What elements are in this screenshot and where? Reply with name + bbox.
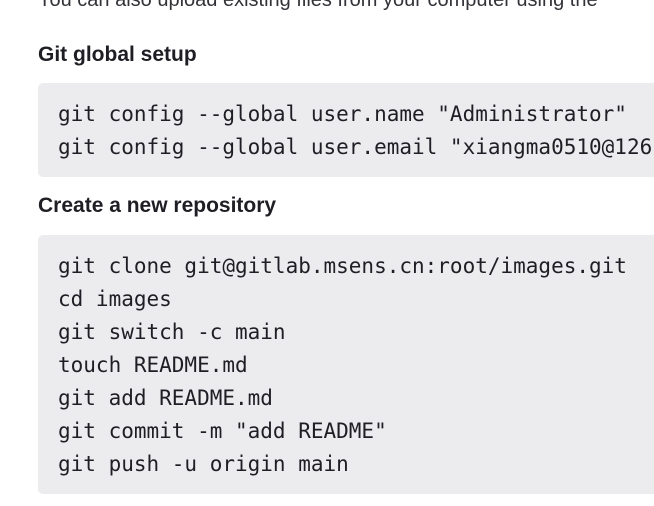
code-line: touch README.md [58,353,248,377]
code-line: git commit -m "add README" [58,419,387,443]
code-line: git switch -c main [58,320,286,344]
code-line: git add README.md [58,386,273,410]
repository-setup-instructions: You can also upload existing files from … [38,0,654,506]
code-line: git config --global user.name "Administr… [58,102,627,126]
section-heading-create-new-repository: Create a new repository [38,194,277,217]
code-line: git push -u origin main [58,452,349,476]
code-block-create-new-repository[interactable]: git clone git@gitlab.msens.cn:root/image… [38,235,654,494]
code-block-git-global-setup[interactable]: git config --global user.name "Administr… [38,83,654,177]
section-heading-git-global-setup: Git global setup [38,43,197,66]
code-line: git clone git@gitlab.msens.cn:root/image… [58,254,627,278]
code-line: cd images [58,287,172,311]
upload-files-hint: You can also upload existing files from … [38,0,598,11]
code-line: git config --global user.email "xiangma0… [58,135,654,159]
